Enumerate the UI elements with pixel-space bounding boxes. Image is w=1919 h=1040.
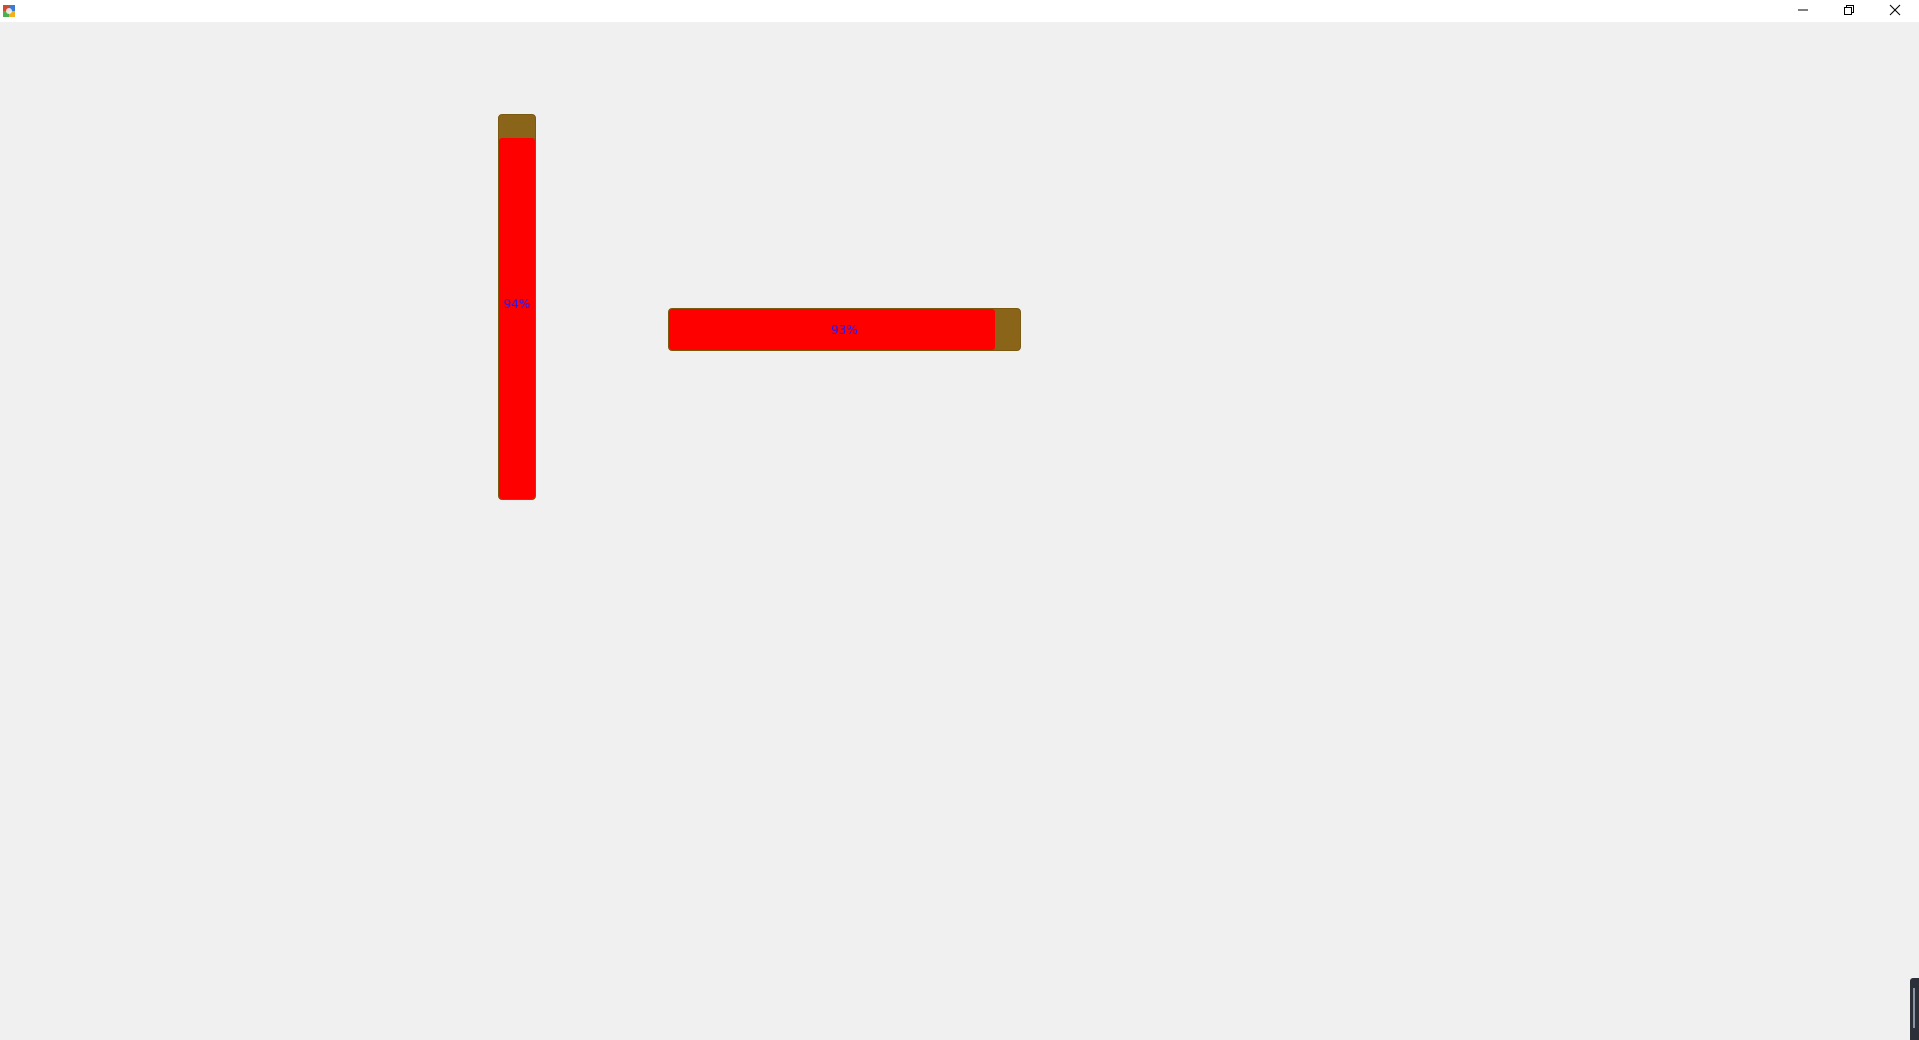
resize-grip[interactable] [1910,978,1919,1040]
minimize-icon [1797,4,1809,16]
vertical-progress-label: 94% [503,297,531,311]
restore-icon [1843,4,1855,16]
vertical-progress-bar: 94% [498,114,536,500]
title-bar [0,0,1919,22]
client-area: 94% 93% [0,22,1919,1040]
vertical-progress-fill [499,138,535,499]
minimize-button[interactable] [1780,0,1826,20]
close-icon [1889,4,1901,16]
close-button[interactable] [1872,0,1918,20]
restore-button[interactable] [1826,0,1872,20]
horizontal-progress-bar: 93% [668,308,1021,351]
app-icon[interactable] [2,3,16,17]
horizontal-progress-label: 93% [831,322,858,337]
